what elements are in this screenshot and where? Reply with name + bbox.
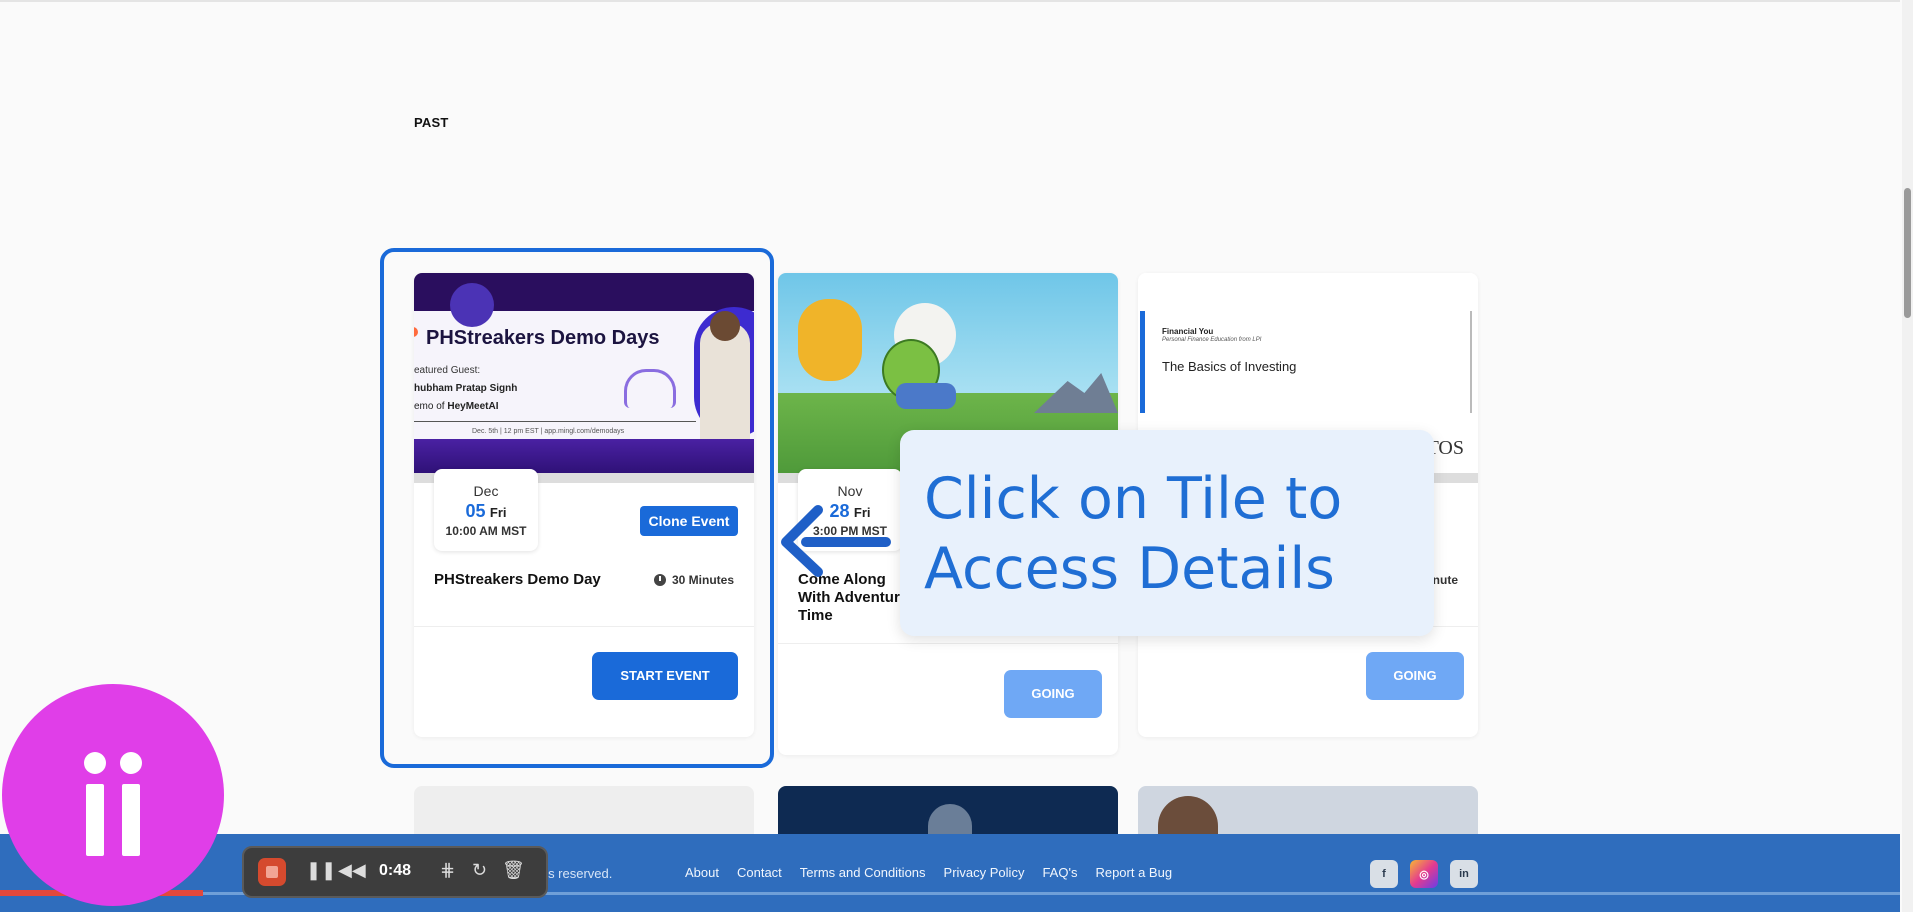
scrollbar-track[interactable]	[1902, 0, 1913, 912]
recorder-toolbar: ❚❚ ◀◀ 0:48 ⋕ ↻ 🗑	[242, 846, 548, 898]
going-button[interactable]: GOING	[1004, 670, 1102, 718]
top-divider	[0, 0, 1900, 2]
event-card-peek[interactable]	[1138, 786, 1478, 834]
presenter-avatar	[2, 684, 224, 906]
pause-icon[interactable]: ❚❚	[306, 860, 336, 881]
linkedin-icon[interactable]: in	[1450, 860, 1478, 888]
banner-subtitle: Personal Finance Education from LPI	[1162, 337, 1262, 343]
grid-icon[interactable]: ⋕	[440, 860, 455, 881]
date-month: Nov	[837, 483, 863, 499]
banner-brand: Financial You	[1162, 327, 1214, 336]
facebook-icon[interactable]: f	[1370, 860, 1398, 888]
footer-link-faq[interactable]: FAQ's	[1042, 865, 1077, 880]
arrow-left-icon	[781, 505, 891, 577]
callout-text: Click on Tile to Access Details	[924, 464, 1342, 604]
footer-link-report-bug[interactable]: Report a Bug	[1095, 865, 1172, 880]
duration-text: nute	[1432, 573, 1458, 587]
card-divider	[778, 643, 1118, 644]
going-button[interactable]: GOING	[1366, 652, 1464, 700]
tile-highlight-frame	[380, 248, 774, 768]
footer-link-contact[interactable]: Contact	[737, 865, 782, 880]
stop-recording-button[interactable]	[258, 858, 286, 886]
rewind-icon[interactable]: ◀◀	[338, 860, 366, 881]
duration: nute	[1433, 573, 1458, 587]
footer-link-about[interactable]: About	[685, 865, 719, 880]
tutorial-callout: Click on Tile to Access Details	[900, 430, 1434, 636]
scrollbar-thumb[interactable]	[1904, 188, 1911, 318]
footer-link-privacy[interactable]: Privacy Policy	[944, 865, 1025, 880]
footer-link-terms[interactable]: Terms and Conditions	[800, 865, 926, 880]
event-card-peek[interactable]	[414, 786, 754, 834]
event-card-peek[interactable]	[778, 786, 1118, 834]
trash-icon[interactable]: 🗑	[502, 860, 525, 881]
banner-title: The Basics of Investing	[1162, 359, 1297, 374]
callout-line-2: Access Details	[924, 536, 1335, 602]
restart-icon[interactable]: ↻	[472, 860, 487, 881]
footer-links: About Contact Terms and Conditions Priva…	[685, 865, 1172, 880]
recording-time: 0:48	[379, 862, 412, 879]
instagram-icon[interactable]: ◎	[1410, 860, 1438, 888]
callout-line-1: Click on Tile to	[924, 466, 1343, 532]
section-label-past: PAST	[414, 115, 449, 130]
